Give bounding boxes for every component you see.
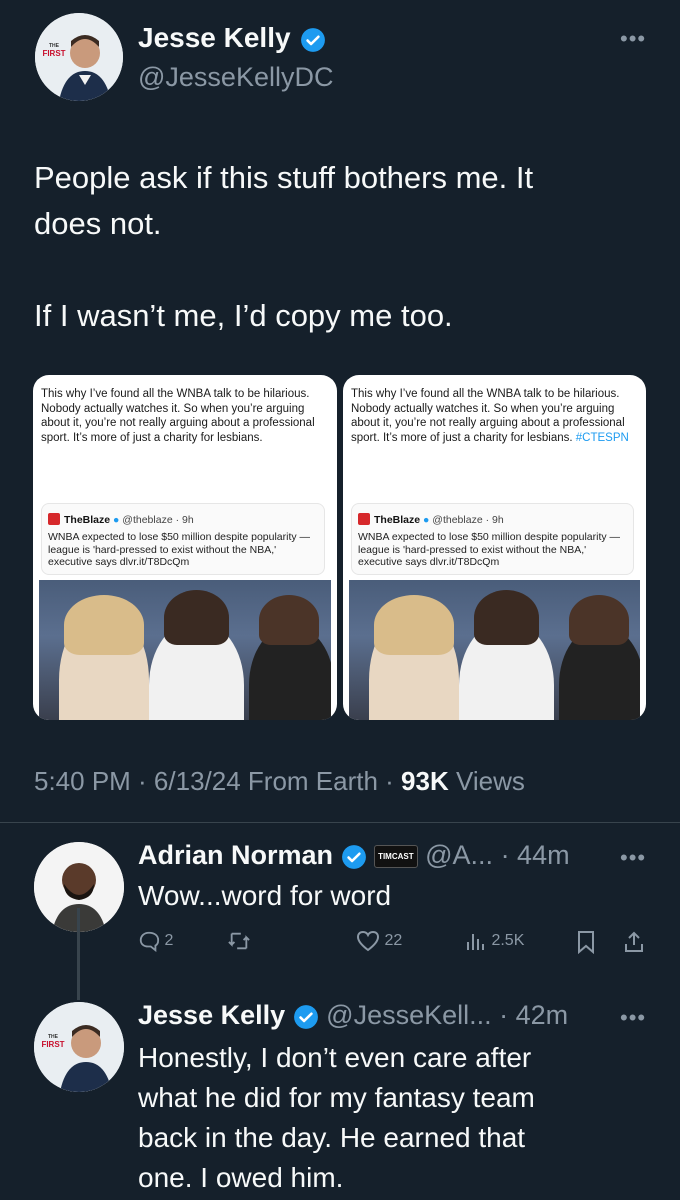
reply-author-name[interactable]: Jesse Kelly <box>138 1000 285 1030</box>
tweet-text: People ask if this stuff bothers me. It … <box>34 160 534 333</box>
quote-text: This why I’ve found all the WNBA talk to… <box>351 388 629 444</box>
divider <box>0 822 680 823</box>
affiliate-badge[interactable]: TIMCAST <box>374 845 418 869</box>
hashtag-link[interactable]: #CTESPN <box>576 432 629 444</box>
embedded-source: TheBlaze ● @theblaze · 9h <box>48 513 194 526</box>
verified-badge-icon <box>293 1004 318 1029</box>
verified-badge-icon <box>301 27 326 52</box>
tweet-metadata: 5:40 PM · 6/13/24 From Earth · 93K Views <box>34 766 525 796</box>
theblaze-logo-icon <box>48 513 60 525</box>
reply-avatar[interactable]: THE FIRST <box>34 1002 124 1092</box>
brand-logo: THE FIRST <box>41 1034 65 1049</box>
quote-image-1[interactable]: This why I’ve found all the WNBA talk to… <box>33 375 337 720</box>
more-options-icon[interactable]: ••• <box>620 26 646 52</box>
reply-header: Adrian Norman TIMCAST @A... · 44m <box>138 840 570 871</box>
embedded-headline: WNBA expected to lose $50 million despit… <box>48 531 311 568</box>
embedded-post: TheBlaze ● @theblaze · 9h WNBA expected … <box>41 503 325 575</box>
embedded-headline: WNBA expected to lose $50 million despit… <box>358 531 621 568</box>
basketball-photo <box>349 580 640 720</box>
more-options-icon[interactable]: ••• <box>620 1005 646 1031</box>
brand-logo: THE FIRST <box>42 43 66 58</box>
author-name[interactable]: Jesse Kelly <box>138 22 326 54</box>
share-icon <box>625 931 643 952</box>
reply-handle-time[interactable]: @A... · 44m <box>425 840 569 870</box>
reply-author-name[interactable]: Adrian Norman <box>138 840 333 870</box>
author-handle[interactable]: @JesseKellyDC <box>138 62 333 93</box>
reply-button[interactable]: 2 <box>138 930 173 953</box>
reply-text: Wow...word for word <box>138 880 392 911</box>
retweet-button[interactable] <box>226 930 252 952</box>
quote-text: This why I’ve found all the WNBA talk to… <box>41 388 315 444</box>
views-count: 93K <box>401 766 449 796</box>
author-avatar[interactable]: THE FIRST <box>35 13 123 101</box>
bookmark-icon <box>578 931 594 955</box>
bookmark-button[interactable] <box>576 930 596 955</box>
reply-icon <box>139 931 160 953</box>
quote-image-2[interactable]: This why I’ve found all the WNBA talk to… <box>343 375 646 720</box>
like-icon <box>356 930 380 952</box>
thread-connector <box>77 908 80 1000</box>
reply-handle-time[interactable]: @JesseKell... · 42m <box>326 1000 568 1030</box>
like-button[interactable]: 22 <box>356 930 402 952</box>
theblaze-logo-icon <box>358 513 370 525</box>
retweet-icon <box>228 932 250 950</box>
embedded-post: TheBlaze ● @theblaze · 9h WNBA expected … <box>351 503 634 575</box>
views-icon <box>467 934 484 950</box>
reply-text: Honestly, I don’t even care after what h… <box>138 1042 535 1193</box>
share-button[interactable] <box>622 930 646 954</box>
views-button[interactable]: 2.5K <box>465 930 524 952</box>
reply-header: Jesse Kelly @JesseKell... · 42m <box>138 1000 568 1031</box>
basketball-photo <box>39 580 331 720</box>
more-options-icon[interactable]: ••• <box>620 845 646 871</box>
verified-badge-icon <box>341 844 366 869</box>
embedded-source: TheBlaze ● @theblaze · 9h <box>358 513 504 526</box>
